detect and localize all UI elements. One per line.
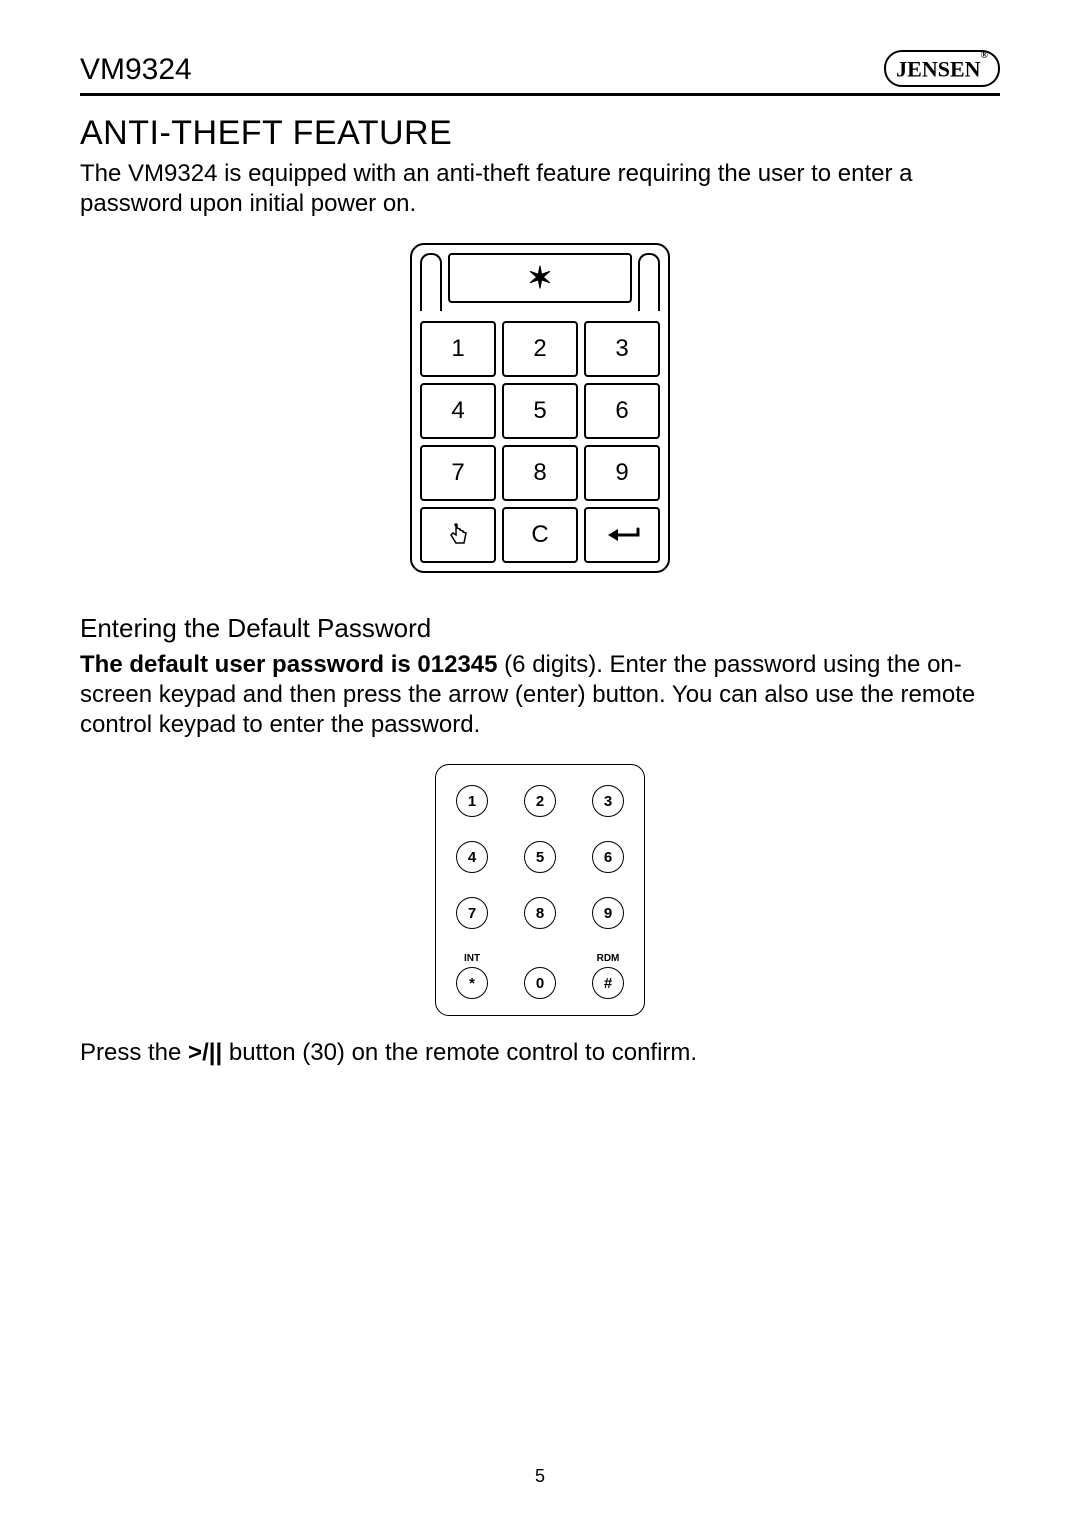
remote-key-cell: RDM # — [588, 953, 628, 999]
key-4[interactable]: 4 — [420, 383, 496, 439]
remote-key-8[interactable]: 8 — [524, 897, 556, 929]
remote-key-label: INT — [464, 953, 480, 965]
key-9[interactable]: 9 — [584, 445, 660, 501]
key-2[interactable]: 2 — [502, 321, 578, 377]
keypad-right-tab — [638, 253, 660, 311]
brand-logo: JENSEN® — [884, 50, 1000, 87]
remote-keypad-figure: 1 2 3 4 5 6 7 8 9 INT * 0 RDM # — [80, 764, 1000, 1016]
remote-key-cell: INT * — [452, 953, 492, 999]
header-divider — [80, 93, 1000, 96]
remote-key-cell: 0 — [520, 953, 560, 999]
model-number: VM9324 — [80, 53, 192, 87]
page-number: 5 — [0, 1466, 1080, 1487]
remote-key-cell: 7 — [452, 897, 492, 929]
key-clear[interactable]: C — [502, 507, 578, 563]
key-6[interactable]: 6 — [584, 383, 660, 439]
default-password-bold: The default user password is 012345 — [80, 651, 498, 678]
remote-key-2[interactable]: 2 — [524, 785, 556, 817]
remote-key-cell: 4 — [452, 841, 492, 873]
screen-keypad-figure: ✶ 1 2 3 4 5 6 7 8 9 C — [80, 243, 1000, 573]
touch-icon — [444, 521, 472, 549]
remote-key-7[interactable]: 7 — [456, 897, 488, 929]
remote-key-*[interactable]: * — [456, 967, 488, 999]
remote-keypad: 1 2 3 4 5 6 7 8 9 INT * 0 RDM # — [435, 764, 645, 1016]
password-display: ✶ — [448, 253, 632, 303]
key-8[interactable]: 8 — [502, 445, 578, 501]
remote-key-label: RDM — [597, 953, 620, 965]
section-intro: The VM9324 is equipped with an anti-thef… — [80, 159, 1000, 219]
key-1[interactable]: 1 — [420, 321, 496, 377]
enter-arrow-icon — [602, 525, 642, 545]
confirm-instruction: Press the >/|| button (30) on the remote… — [80, 1038, 1000, 1068]
key-3[interactable]: 3 — [584, 321, 660, 377]
keypad-left-tab — [420, 253, 442, 311]
key-touch[interactable] — [420, 507, 496, 563]
remote-key-4[interactable]: 4 — [456, 841, 488, 873]
remote-key-cell: 3 — [588, 785, 628, 817]
remote-key-cell: 9 — [588, 897, 628, 929]
subsection-body: The default user password is 012345 (6 d… — [80, 650, 1000, 740]
remote-key-cell: 8 — [520, 897, 560, 929]
subsection-heading: Entering the Default Password — [80, 613, 1000, 644]
remote-key-cell: 1 — [452, 785, 492, 817]
remote-key-cell: 5 — [520, 841, 560, 873]
remote-key-0[interactable]: 0 — [524, 967, 556, 999]
page-header: VM9324 JENSEN® — [80, 50, 1000, 87]
remote-key-9[interactable]: 9 — [592, 897, 624, 929]
remote-key-cell: 6 — [588, 841, 628, 873]
remote-key-3[interactable]: 3 — [592, 785, 624, 817]
remote-key-cell: 2 — [520, 785, 560, 817]
remote-key-1[interactable]: 1 — [456, 785, 488, 817]
section-title: ANTI-THEFT FEATURE — [80, 114, 1000, 153]
play-pause-button-label: >/|| — [188, 1039, 222, 1066]
remote-key-#[interactable]: # — [592, 967, 624, 999]
screen-keypad: ✶ 1 2 3 4 5 6 7 8 9 C — [410, 243, 670, 573]
key-7[interactable]: 7 — [420, 445, 496, 501]
remote-key-6[interactable]: 6 — [592, 841, 624, 873]
key-enter[interactable] — [584, 507, 660, 563]
key-5[interactable]: 5 — [502, 383, 578, 439]
manual-page: VM9324 JENSEN® ANTI-THEFT FEATURE The VM… — [0, 0, 1080, 1521]
remote-key-5[interactable]: 5 — [524, 841, 556, 873]
